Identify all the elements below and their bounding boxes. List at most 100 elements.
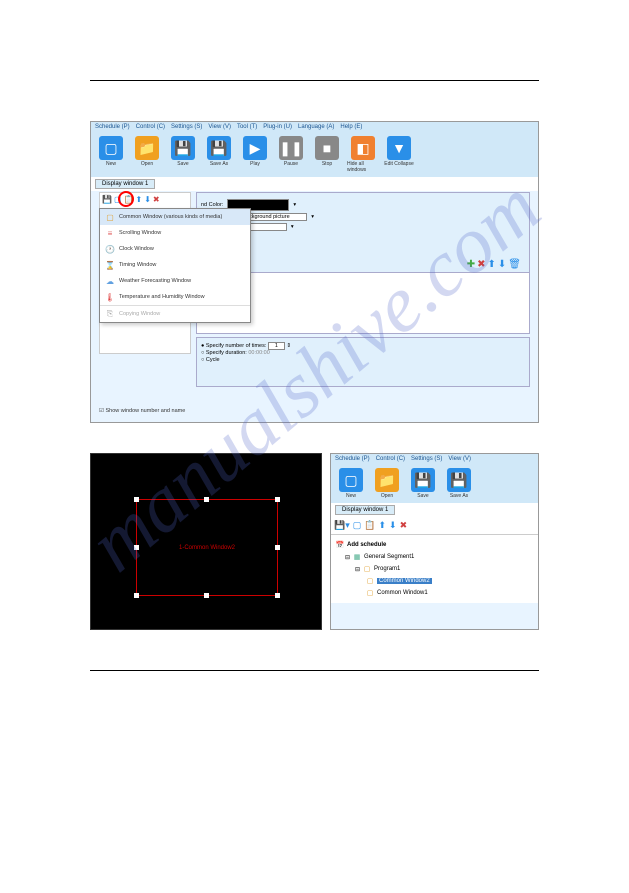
tab-display-window-1[interactable]: Display window 1 (335, 505, 395, 515)
save-icon[interactable]: 💾▾ (334, 520, 350, 531)
resize-handle[interactable] (204, 593, 209, 598)
tab-row: Display window 1 (91, 177, 538, 191)
menu-settings[interactable]: Settings (S) (411, 456, 442, 462)
weather-icon: ☁ (105, 276, 115, 286)
timing-panel: ● Specify number of times: 1 ⇕ ○ Specify… (196, 337, 530, 387)
action-icons: ✚ ✖ ⬆ ⬇ 🗑 (467, 259, 521, 270)
screenshot-row-2: 1-Common Window2 Schedule (P) Control (C… (90, 453, 539, 630)
menu-language[interactable]: Language (A) (298, 124, 334, 130)
schedule-tree: 📅Add schedule ⊟▦General Segment1 ⊟▢Progr… (331, 535, 538, 603)
delete-icon[interactable]: ✖ (400, 520, 408, 531)
bottom-rule (90, 670, 539, 671)
schedule-icon: 📅 (335, 540, 345, 550)
screenshot-1: Schedule (P) Control (C) Settings (S) Vi… (90, 121, 539, 423)
radio-duration[interactable]: ○ Specify duration: 00:00:00 (201, 350, 525, 356)
tree-segment[interactable]: ⊟▦General Segment1 (335, 551, 534, 563)
expand-icon[interactable]: ⊟ (355, 566, 360, 573)
side-toolbar: 💾▾ ▢ 📋 ⬆ ⬇ ✖ (331, 517, 538, 535)
menu-schedule[interactable]: Schedule (P) (95, 124, 130, 130)
collapse-button[interactable]: ▼Edit Collapse (383, 136, 415, 173)
menu-plugin[interactable]: Plug-in (U) (263, 124, 292, 130)
dd-scrolling-window[interactable]: ≡Scrolling Window (100, 225, 250, 241)
menu-view[interactable]: View (V) (208, 124, 231, 130)
segment-icon: ▦ (352, 552, 362, 562)
add-icon[interactable]: ✚ (467, 259, 475, 270)
dd-common-window[interactable]: ▢Common Window (various kinds of media) (100, 209, 250, 225)
window-icon: ▢ (105, 212, 115, 222)
menu-help[interactable]: Help (E) (340, 124, 362, 130)
dd-temp-window[interactable]: 🌡Temperature and Humidity Window (100, 289, 250, 305)
stop-button[interactable]: ■Stop (311, 136, 343, 173)
save-button[interactable]: 💾Save (167, 136, 199, 173)
delete-icon[interactable]: ✖ (153, 195, 160, 204)
menu-schedule[interactable]: Schedule (P) (335, 456, 370, 462)
resize-handle[interactable] (275, 593, 280, 598)
menubar: Schedule (P) Control (C) Settings (S) Vi… (331, 454, 538, 464)
menubar: Schedule (P) Control (C) Settings (S) Vi… (91, 122, 538, 132)
saveas-button[interactable]: 💾Save As (203, 136, 235, 173)
hide-button[interactable]: ◧Hide all windows (347, 136, 379, 173)
tab-row: Display window 1 (331, 503, 538, 517)
resize-handle[interactable] (204, 497, 209, 502)
menu-tool[interactable]: Tool (T) (237, 124, 257, 130)
resize-handle[interactable] (275, 497, 280, 502)
tree-window-1[interactable]: ▢Common Window1 (335, 587, 534, 599)
window-icon: ▢ (365, 576, 375, 586)
down-icon[interactable]: ⬇ (389, 520, 397, 531)
new-button[interactable]: ▢New (95, 136, 127, 173)
up-icon[interactable]: ⬆ (488, 259, 496, 270)
radio-times[interactable]: ● Specify number of times: 1 ⇕ (201, 343, 525, 349)
menu-control[interactable]: Control (C) (376, 456, 405, 462)
saveas-button[interactable]: 💾Save As (443, 468, 475, 499)
menu-control[interactable]: Control (C) (136, 124, 165, 130)
program-icon: ▢ (362, 564, 372, 574)
show-window-checkbox[interactable]: ☑ Show window number and name (99, 408, 185, 414)
tree-window-2[interactable]: ▢Common Window2 (335, 575, 534, 587)
hourglass-icon: ⌛ (105, 260, 115, 270)
selection-rectangle[interactable]: 1-Common Window2 (136, 499, 278, 596)
main-toolbar: ▢New 📁Open 💾Save 💾Save As (331, 464, 538, 503)
expand-icon[interactable]: ⊟ (345, 554, 350, 561)
save-icon[interactable]: 💾 (102, 195, 112, 204)
play-button[interactable]: ▶Play (239, 136, 271, 173)
pause-button[interactable]: ❚❚Pause (275, 136, 307, 173)
copy-icon[interactable]: 📋 (364, 520, 375, 531)
remove-icon[interactable]: ✖ (477, 259, 485, 270)
resize-handle[interactable] (134, 497, 139, 502)
tree-program[interactable]: ⊟▢Program1 (335, 563, 534, 575)
window-icon[interactable]: ▢ (353, 520, 362, 531)
new-button[interactable]: ▢New (335, 468, 367, 499)
preview-window: 1-Common Window2 (90, 453, 322, 630)
up-icon[interactable]: ⬆ (378, 520, 386, 531)
down-icon[interactable]: ⬇ (498, 259, 506, 270)
copy-icon: ⎘ (105, 309, 115, 319)
highlight-circle (118, 191, 134, 207)
trash-icon[interactable]: 🗑 (508, 259, 521, 270)
menu-view[interactable]: View (V) (448, 456, 471, 462)
dd-weather-window[interactable]: ☁Weather Forecasting Window (100, 273, 250, 289)
dd-copying-window[interactable]: ⎘Copying Window (100, 305, 250, 322)
dd-clock-window[interactable]: 🕐Clock Window (100, 241, 250, 257)
dropdown-arrow-icon[interactable]: ▾ (311, 214, 314, 220)
tree-panel: Schedule (P) Control (C) Settings (S) Vi… (330, 453, 539, 630)
main-toolbar: ▢New 📁Open 💾Save 💾Save As ▶Play ❚❚Pause … (91, 132, 538, 177)
open-button[interactable]: 📁Open (131, 136, 163, 173)
side-toolbar: 💾 ▢ 📋 ⬆ ⬇ ✖ (100, 193, 190, 206)
down-icon[interactable]: ⬇ (144, 195, 151, 204)
resize-handle[interactable] (134, 593, 139, 598)
resize-handle[interactable] (134, 545, 139, 550)
window-icon: ▢ (365, 588, 375, 598)
radio-cycle[interactable]: ○ Cycle (201, 357, 525, 363)
resize-handle[interactable] (275, 545, 280, 550)
tab-display-window-1[interactable]: Display window 1 (95, 179, 155, 189)
menu-settings[interactable]: Settings (S) (171, 124, 202, 130)
thermometer-icon: 🌡 (105, 292, 115, 302)
dd-timing-window[interactable]: ⌛Timing Window (100, 257, 250, 273)
dropdown-arrow-icon[interactable]: ▾ (291, 224, 294, 230)
open-button[interactable]: 📁Open (371, 468, 403, 499)
dropdown-arrow-icon[interactable]: ▾ (293, 202, 296, 208)
up-icon[interactable]: ⬆ (136, 195, 143, 204)
top-rule (90, 80, 539, 81)
save-button[interactable]: 💾Save (407, 468, 439, 499)
tree-root[interactable]: 📅Add schedule (335, 539, 534, 551)
